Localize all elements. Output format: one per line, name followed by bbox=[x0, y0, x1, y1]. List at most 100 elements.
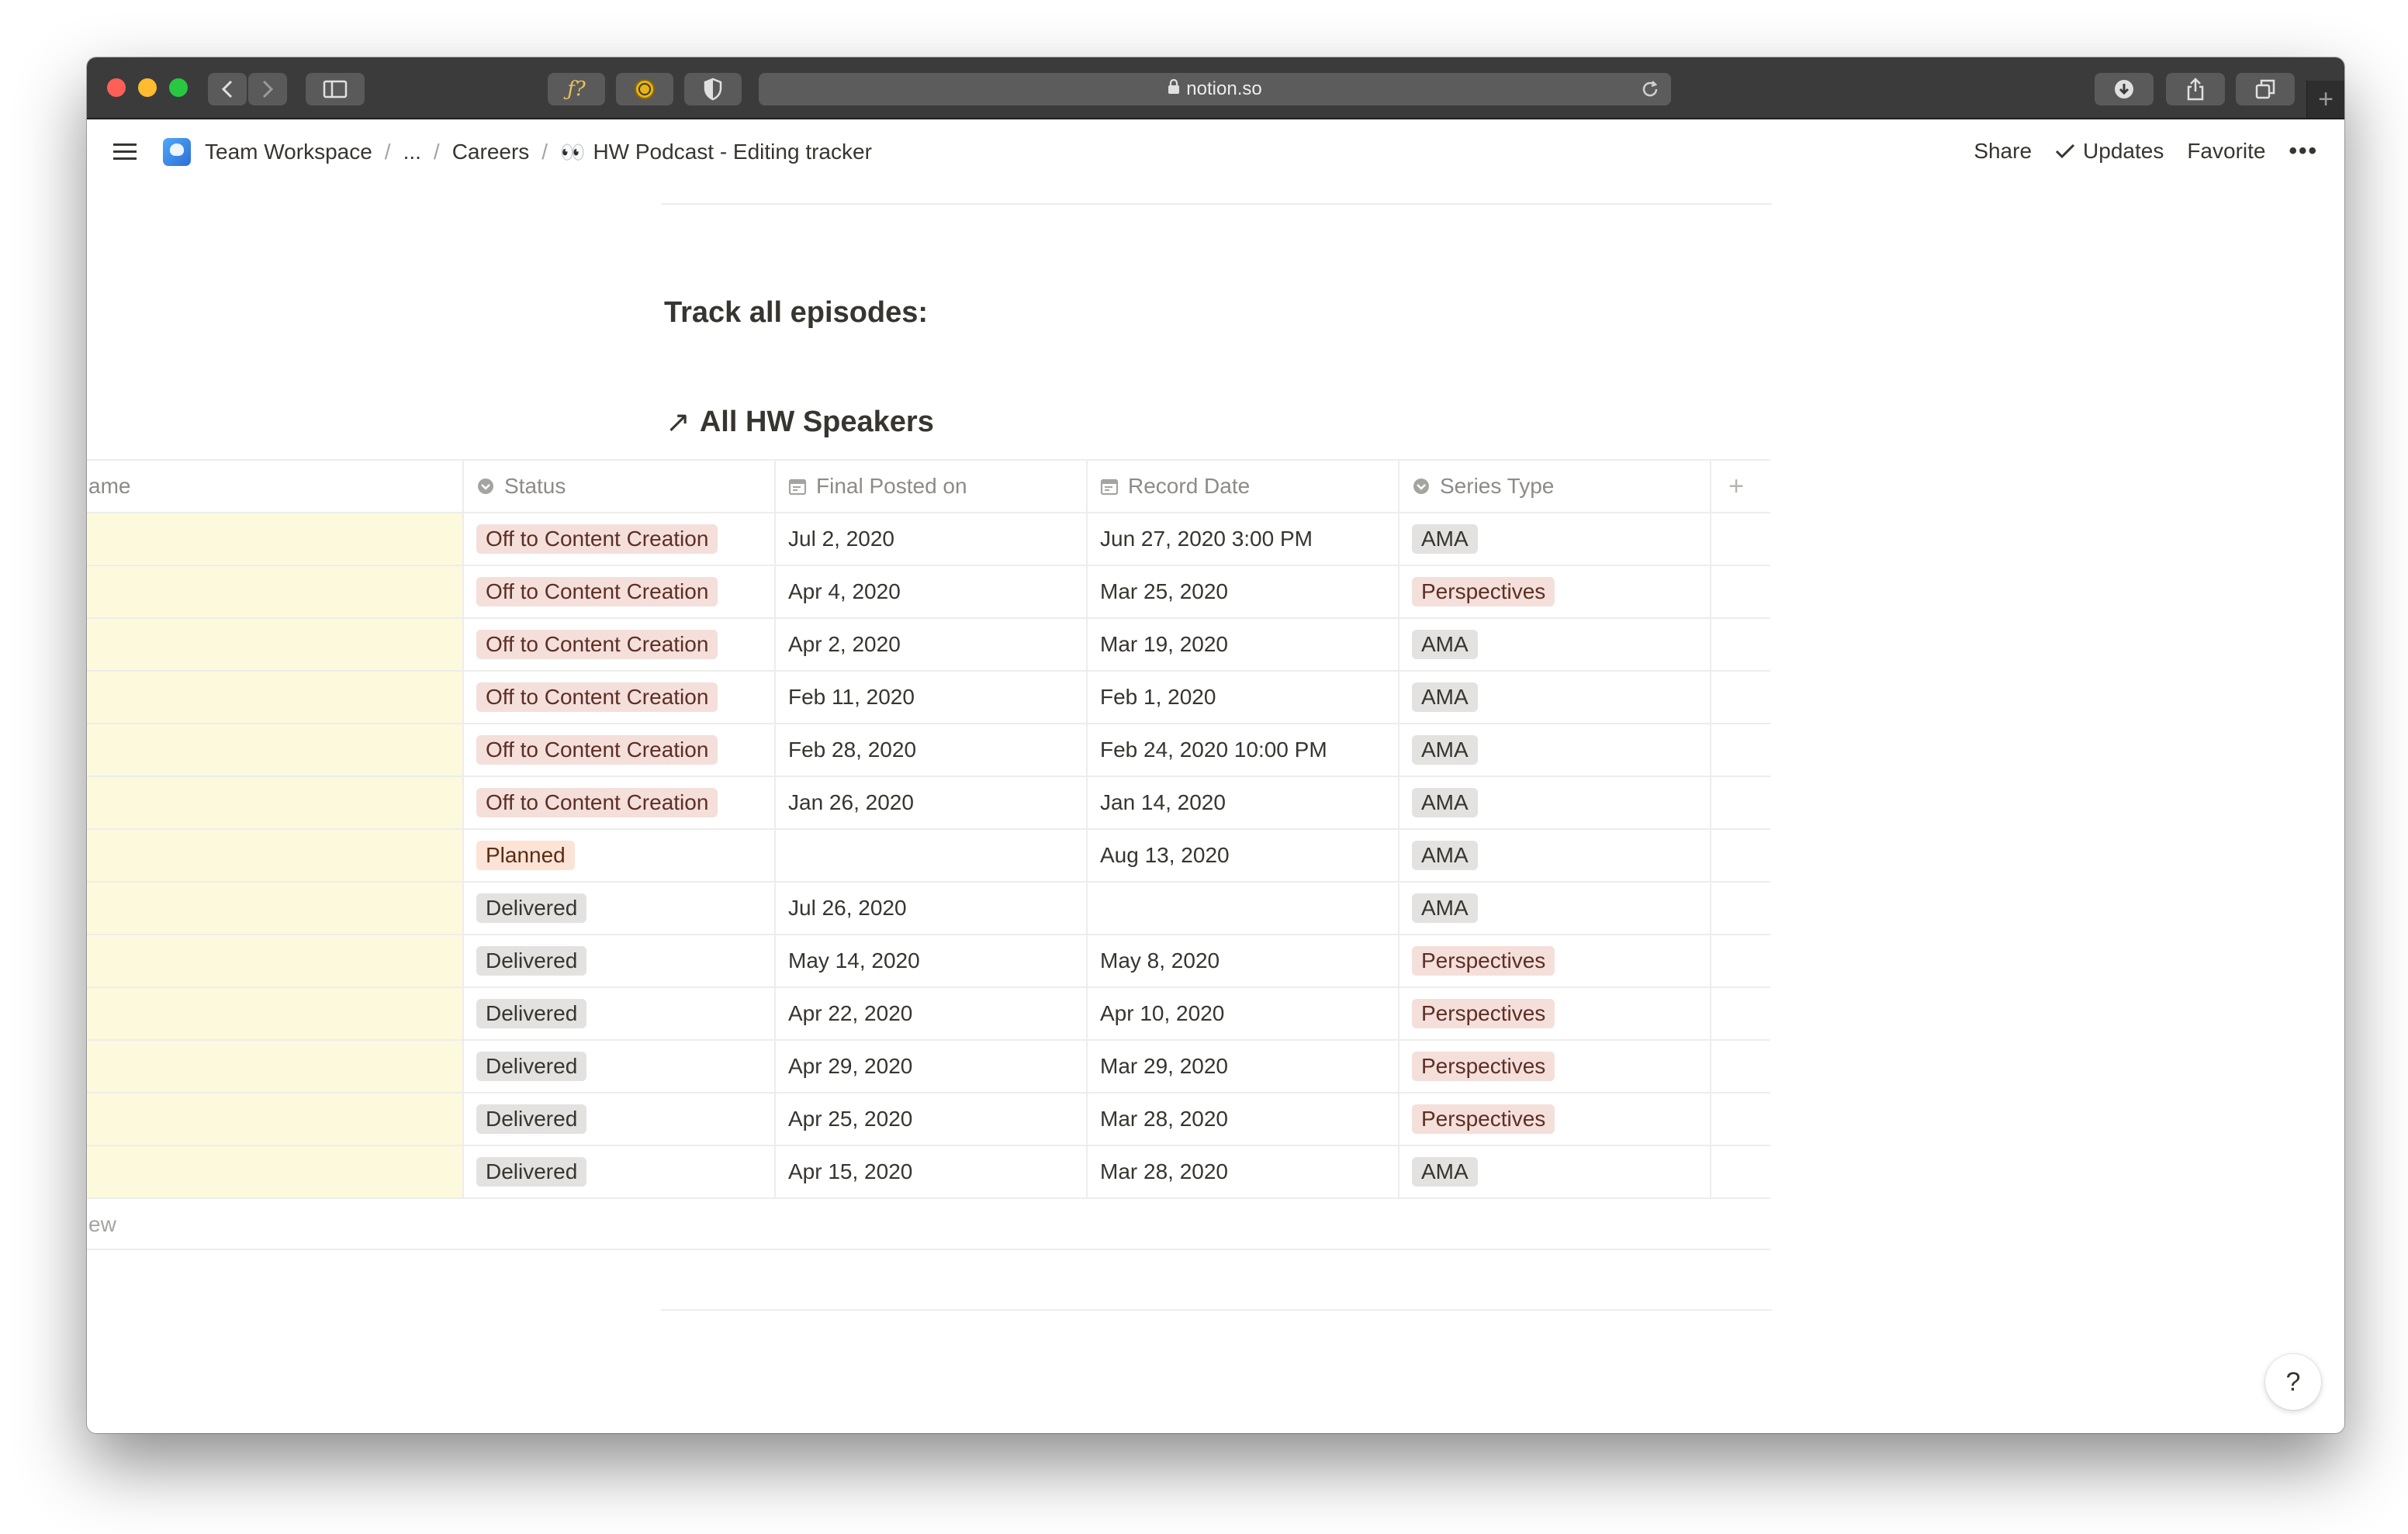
name-cell[interactable] bbox=[87, 1041, 464, 1092]
final-posted-cell[interactable]: Feb 11, 2020 bbox=[776, 672, 1088, 723]
record-date-cell[interactable]: May 8, 2020 bbox=[1088, 935, 1399, 986]
table-row[interactable]: Delivered May 14, 2020 May 8, 2020 Perspect… bbox=[87, 935, 1770, 988]
series-type-cell[interactable]: AMA bbox=[1399, 1146, 1711, 1197]
name-cell[interactable] bbox=[87, 513, 464, 565]
status-cell[interactable]: Planned bbox=[464, 830, 776, 881]
name-cell[interactable] bbox=[87, 619, 464, 670]
record-date-cell[interactable]: Mar 29, 2020 bbox=[1088, 1041, 1399, 1092]
address-bar[interactable]: notion.so bbox=[759, 73, 1671, 105]
final-posted-cell[interactable] bbox=[776, 830, 1088, 881]
name-cell[interactable] bbox=[87, 935, 464, 986]
record-date-cell[interactable] bbox=[1088, 883, 1399, 934]
final-posted-cell[interactable]: Feb 28, 2020 bbox=[776, 724, 1088, 776]
breadcrumb-ellipsis[interactable]: ... bbox=[403, 140, 421, 164]
final-posted-cell[interactable]: Apr 4, 2020 bbox=[776, 566, 1088, 617]
breadcrumb-workspace[interactable]: Team Workspace bbox=[205, 140, 372, 164]
table-row[interactable]: Off to Content Creation Apr 4, 2020 Mar 25… bbox=[87, 566, 1770, 619]
menu-button[interactable] bbox=[112, 140, 138, 169]
series-type-cell[interactable]: Perspectives bbox=[1399, 566, 1711, 617]
table-row[interactable]: Delivered Apr 25, 2020 Mar 28, 2020 Perspec… bbox=[87, 1093, 1770, 1146]
minimize-window-button[interactable] bbox=[138, 78, 157, 97]
reload-icon[interactable] bbox=[1640, 79, 1660, 105]
add-property-button[interactable]: + bbox=[1711, 461, 1761, 512]
status-cell[interactable]: Delivered bbox=[464, 935, 776, 986]
final-posted-cell[interactable]: Jul 2, 2020 bbox=[776, 513, 1088, 565]
linked-database-title[interactable]: ↗ All HW Speakers bbox=[666, 405, 934, 440]
status-cell[interactable]: Delivered bbox=[464, 988, 776, 1039]
new-row-button[interactable]: ew bbox=[87, 1199, 1770, 1250]
name-cell[interactable] bbox=[87, 566, 464, 617]
final-posted-cell[interactable]: Apr 29, 2020 bbox=[776, 1041, 1088, 1092]
name-cell[interactable] bbox=[87, 1146, 464, 1197]
column-header-final-posted[interactable]: Final Posted on bbox=[776, 461, 1088, 512]
status-cell[interactable]: Off to Content Creation bbox=[464, 513, 776, 565]
updates-button[interactable]: Updates bbox=[2055, 139, 2164, 164]
column-header-record-date[interactable]: Record Date bbox=[1088, 461, 1399, 512]
tab-overview-button[interactable] bbox=[2236, 73, 2295, 105]
table-row[interactable]: Off to Content Creation Jul 2, 2020 Jun 27… bbox=[87, 513, 1770, 566]
table-row[interactable]: Delivered Apr 22, 2020 Apr 10, 2020 Perspec… bbox=[87, 988, 1770, 1041]
final-posted-cell[interactable]: May 14, 2020 bbox=[776, 935, 1088, 986]
final-posted-cell[interactable]: Apr 15, 2020 bbox=[776, 1146, 1088, 1197]
name-cell[interactable] bbox=[87, 883, 464, 934]
series-type-cell[interactable]: Perspectives bbox=[1399, 935, 1711, 986]
table-row[interactable]: Planned Aug 13, 2020 AMA bbox=[87, 830, 1770, 883]
status-cell[interactable]: Delivered bbox=[464, 1146, 776, 1197]
table-row[interactable]: Off to Content Creation Feb 11, 2020 Feb 1… bbox=[87, 672, 1770, 724]
series-type-cell[interactable]: Perspectives bbox=[1399, 988, 1711, 1039]
name-cell[interactable] bbox=[87, 830, 464, 881]
favorite-button[interactable]: Favorite bbox=[2187, 139, 2265, 164]
record-date-cell[interactable]: Mar 25, 2020 bbox=[1088, 566, 1399, 617]
final-posted-cell[interactable]: Apr 25, 2020 bbox=[776, 1093, 1088, 1145]
share-button[interactable]: Share bbox=[1974, 139, 2032, 164]
record-date-cell[interactable]: Jan 14, 2020 bbox=[1088, 777, 1399, 828]
series-type-cell[interactable]: AMA bbox=[1399, 777, 1711, 828]
breadcrumb-current-page[interactable]: HW Podcast - Editing tracker bbox=[593, 140, 871, 164]
record-date-cell[interactable]: Feb 24, 2020 10:00 PM bbox=[1088, 724, 1399, 776]
record-date-cell[interactable]: Mar 28, 2020 bbox=[1088, 1146, 1399, 1197]
share-sheet-button[interactable] bbox=[2166, 73, 2225, 105]
status-cell[interactable]: Off to Content Creation bbox=[464, 724, 776, 776]
record-date-cell[interactable]: Apr 10, 2020 bbox=[1088, 988, 1399, 1039]
extension-circle-button[interactable] bbox=[616, 73, 673, 105]
final-posted-cell[interactable]: Apr 2, 2020 bbox=[776, 619, 1088, 670]
table-row[interactable]: Delivered Apr 29, 2020 Mar 29, 2020 Perspec… bbox=[87, 1041, 1770, 1093]
maximize-window-button[interactable] bbox=[169, 78, 188, 97]
series-type-cell[interactable]: Perspectives bbox=[1399, 1093, 1711, 1145]
status-cell[interactable]: Delivered bbox=[464, 883, 776, 934]
more-options-button[interactable]: ••• bbox=[2289, 138, 2318, 164]
final-posted-cell[interactable]: Jul 26, 2020 bbox=[776, 883, 1088, 934]
record-date-cell[interactable]: Jun 27, 2020 3:00 PM bbox=[1088, 513, 1399, 565]
name-cell[interactable] bbox=[87, 988, 464, 1039]
column-header-series-type[interactable]: Series Type bbox=[1399, 461, 1711, 512]
close-window-button[interactable] bbox=[107, 78, 126, 97]
series-type-cell[interactable]: AMA bbox=[1399, 672, 1711, 723]
help-button[interactable]: ? bbox=[2265, 1354, 2321, 1410]
privacy-extension-button[interactable] bbox=[684, 73, 742, 105]
back-button[interactable] bbox=[208, 73, 247, 105]
new-tab-button[interactable]: + bbox=[2306, 81, 2344, 118]
record-date-cell[interactable]: Mar 28, 2020 bbox=[1088, 1093, 1399, 1145]
series-type-cell[interactable]: AMA bbox=[1399, 830, 1711, 881]
name-cell[interactable] bbox=[87, 672, 464, 723]
sidebar-toggle-button[interactable] bbox=[306, 73, 365, 105]
final-posted-cell[interactable]: Jan 26, 2020 bbox=[776, 777, 1088, 828]
downloads-button[interactable] bbox=[2095, 73, 2154, 105]
final-posted-cell[interactable]: Apr 22, 2020 bbox=[776, 988, 1088, 1039]
series-type-cell[interactable]: AMA bbox=[1399, 724, 1711, 776]
series-type-cell[interactable]: AMA bbox=[1399, 513, 1711, 565]
series-type-cell[interactable]: AMA bbox=[1399, 619, 1711, 670]
font-extension-button[interactable]: ƒ? bbox=[548, 73, 605, 105]
status-cell[interactable]: Off to Content Creation bbox=[464, 672, 776, 723]
table-row[interactable]: Off to Content Creation Jan 26, 2020 Jan 1… bbox=[87, 777, 1770, 830]
status-cell[interactable]: Delivered bbox=[464, 1041, 776, 1092]
status-cell[interactable]: Delivered bbox=[464, 1093, 776, 1145]
series-type-cell[interactable]: AMA bbox=[1399, 883, 1711, 934]
record-date-cell[interactable]: Aug 13, 2020 bbox=[1088, 830, 1399, 881]
record-date-cell[interactable]: Mar 19, 2020 bbox=[1088, 619, 1399, 670]
column-header-status[interactable]: Status bbox=[464, 461, 776, 512]
table-row[interactable]: Delivered Jul 26, 2020 AMA bbox=[87, 883, 1770, 935]
forward-button[interactable] bbox=[248, 73, 287, 105]
name-cell[interactable] bbox=[87, 724, 464, 776]
name-cell[interactable] bbox=[87, 777, 464, 828]
